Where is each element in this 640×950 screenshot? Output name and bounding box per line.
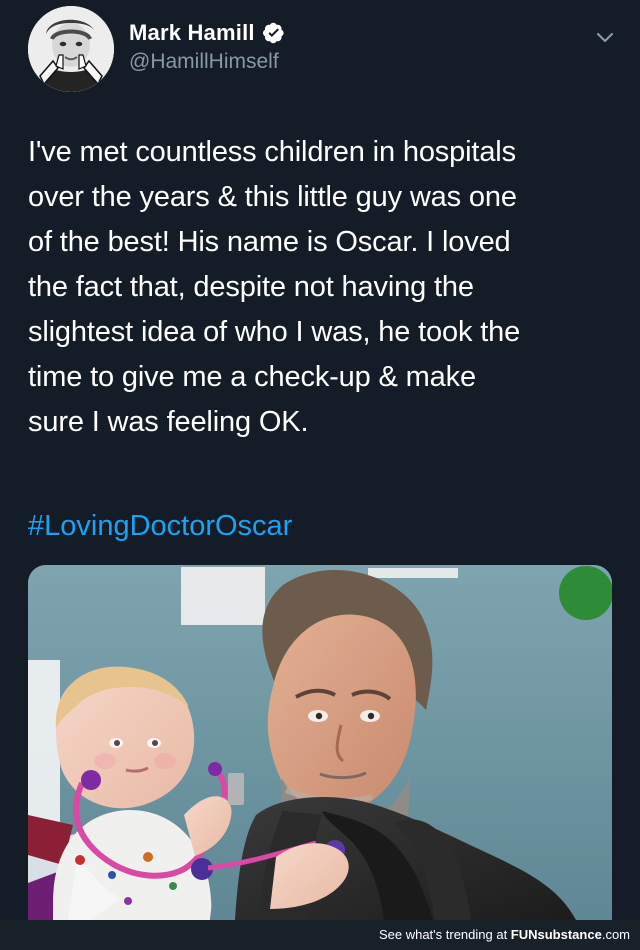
footer-prefix: See what's trending at [378, 927, 511, 942]
author-handle[interactable]: @HamillHimself [129, 50, 279, 74]
hospital-photo-image [28, 565, 612, 920]
tweet-photo[interactable] [28, 565, 612, 920]
brand-domain: .com [601, 927, 630, 942]
tweet-text: I've met countless children in hospitals… [28, 136, 521, 438]
footer-text[interactable]: See what's trending at FUNsubstance.com [379, 927, 630, 942]
avatar-image [28, 6, 114, 92]
author-row: Mark Hamill [129, 18, 285, 48]
site-footer: See what's trending at FUNsubstance.com [0, 920, 640, 950]
avatar[interactable] [28, 6, 114, 92]
brand-substance: substance [537, 927, 602, 942]
author-name[interactable]: Mark Hamill [129, 20, 255, 46]
hashtag-link[interactable]: #LovingDoctorOscar [28, 504, 292, 549]
chevron-down-icon[interactable] [592, 24, 618, 50]
verified-badge-icon [262, 22, 285, 44]
brand-fun: FUN [510, 927, 538, 942]
tweet-screenshot: Mark Hamill @HamillHimself I've met coun… [0, 0, 640, 950]
tweet-header: Mark Hamill @HamillHimself [28, 6, 618, 98]
